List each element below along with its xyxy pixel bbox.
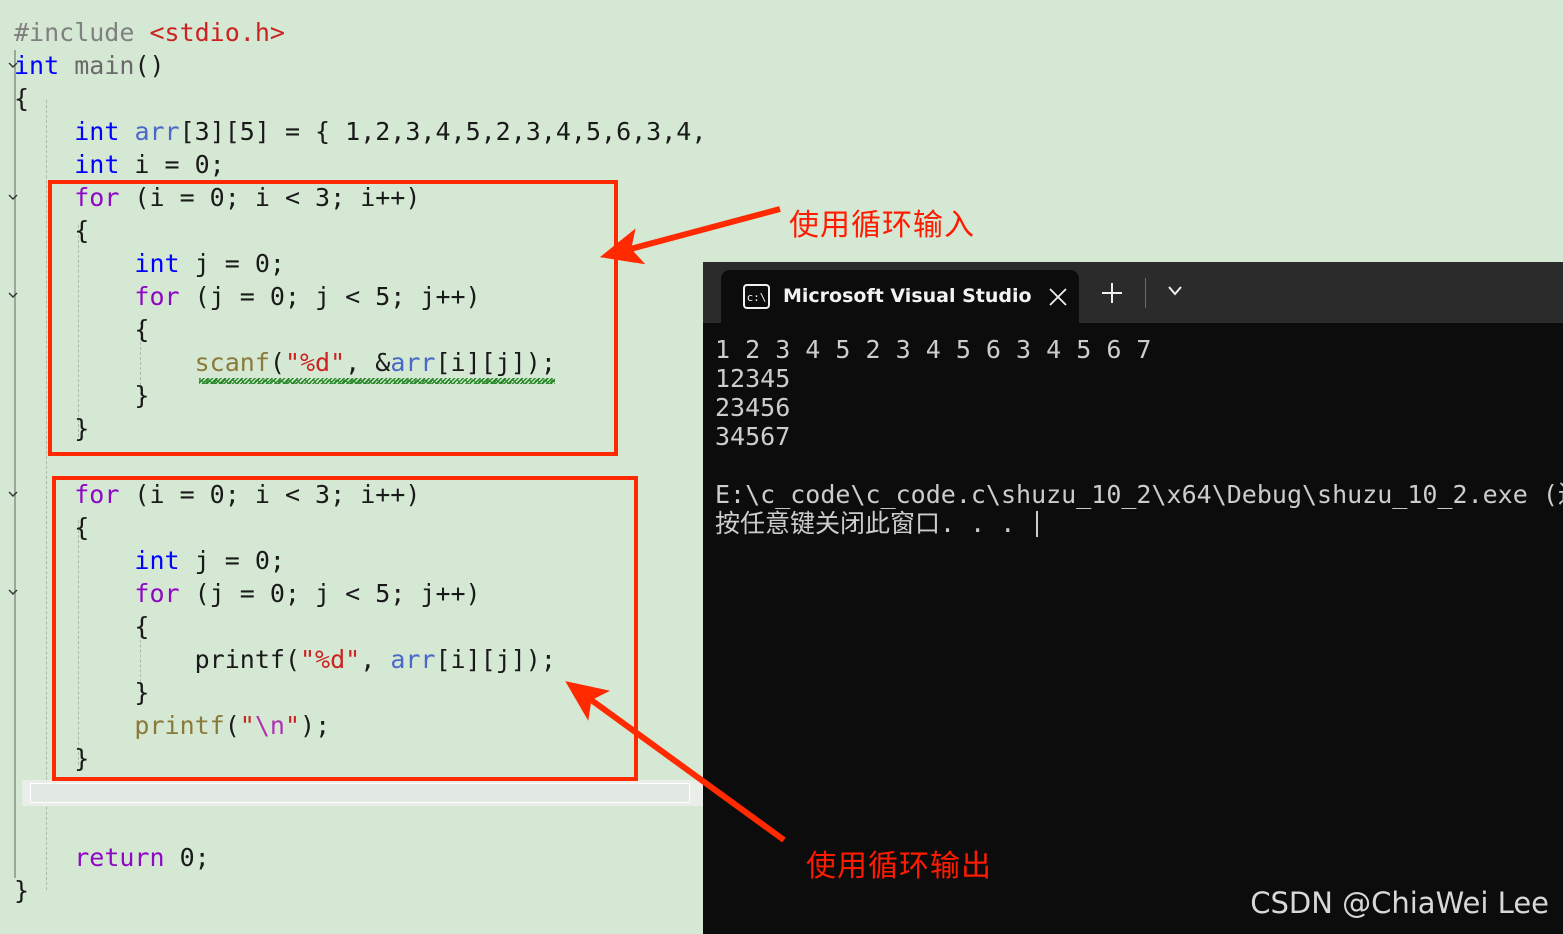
code-line-close-brace-3[interactable]: } — [14, 742, 89, 775]
console-cmd-icon: c:\ — [743, 284, 770, 309]
token-fn-printf-newline: printf — [134, 711, 225, 740]
token-escape-newline: \n — [254, 711, 285, 740]
token-keyword-return: return — [74, 843, 165, 872]
editor-horizontal-scrollbar[interactable] — [22, 780, 703, 806]
token-identifier-main: main — [74, 51, 135, 80]
new-tab-icon[interactable] — [1099, 280, 1125, 306]
code-line-include[interactable]: #include <stdio.h> — [14, 16, 285, 49]
csdn-watermark: CSDN @ChiaWei Lee — [1250, 886, 1549, 920]
code-line-return[interactable]: return 0; — [14, 841, 209, 874]
annotation-label-input: 使用循环输入 — [789, 208, 975, 243]
code-line-decl-i[interactable]: int i = 0; — [14, 148, 225, 181]
code-line-for-i-1[interactable]: for (i = 0; i < 3; i++) — [14, 181, 420, 214]
scanf-warning-squiggle — [199, 378, 555, 384]
console-press-key-line: 按任意键关闭此窗口. . . — [715, 509, 1016, 538]
code-line-main[interactable]: int main() — [14, 49, 165, 82]
console-output-line-3: 34567 — [715, 422, 791, 451]
code-line-close-brace-4[interactable]: } — [14, 676, 149, 709]
token-var-arr: arr — [134, 117, 180, 146]
token-type-int: int — [14, 51, 60, 80]
console-tab-title: Microsoft Visual Studio 调试控 — [783, 285, 1033, 307]
code-line-scanf[interactable]: scanf("%d", &arr[i][j]); — [14, 346, 556, 379]
code-line-for-j-2[interactable]: for (j = 0; j < 5; j++) — [14, 577, 480, 610]
token-keyword-for: for — [74, 183, 120, 212]
svg-text:c:\: c:\ — [747, 291, 767, 304]
code-line-close-brace-main[interactable]: } — [14, 874, 29, 907]
code-line-close-brace-1[interactable]: } — [14, 412, 89, 445]
console-output-line-0: 1 2 3 4 5 2 3 4 5 6 3 4 5 6 7 — [715, 335, 1152, 364]
code-line-printf-newline[interactable]: printf("\n"); — [14, 709, 330, 742]
code-line-open-brace-4[interactable]: { — [14, 610, 149, 643]
chevron-down-icon[interactable] — [1145, 282, 1205, 304]
code-line-printf-value[interactable]: printf("%d", arr[i][j]); — [14, 643, 556, 676]
console-title-bar[interactable]: c:\ Microsoft Visual Studio 调试控 — [703, 262, 1563, 323]
debug-console-window[interactable]: c:\ Microsoft Visual Studio 调试控 1 2 3 4 … — [703, 262, 1563, 934]
token-preprocessor: #include — [14, 18, 150, 47]
close-icon[interactable] — [1046, 285, 1070, 309]
annotation-label-output: 使用循环输出 — [806, 849, 992, 884]
console-output-line-1: 12345 — [715, 364, 791, 393]
token-string-format: "%d" — [284, 348, 346, 377]
editor-scrollbar-thumb[interactable] — [30, 783, 690, 803]
console-tab[interactable]: c:\ Microsoft Visual Studio 调试控 — [721, 270, 1079, 323]
code-line-array-decl[interactable]: int arr[3][5] = { 1,2,3,4,5,2,3,4,5,6,3,… — [14, 115, 703, 148]
console-output-line-2: 23456 — [715, 393, 791, 422]
code-line-decl-j-1[interactable]: int j = 0; — [14, 247, 285, 280]
token-header: <stdio.h> — [149, 18, 285, 47]
code-line-open-brace-main[interactable]: { — [14, 82, 29, 115]
code-editor-pane[interactable]: #include <stdio.h> int main() { int arr[… — [0, 0, 703, 934]
code-line-open-brace-2[interactable]: { — [14, 313, 149, 346]
token-fn-printf: printf — [194, 645, 285, 674]
code-editor-surface[interactable]: #include <stdio.h> int main() { int arr[… — [0, 0, 703, 934]
console-exit-path-line: E:\c_code\c_code.c\shuzu_10_2\x64\Debug\… — [715, 480, 1563, 509]
code-line-close-brace-2[interactable]: } — [14, 379, 149, 412]
code-line-open-brace-1[interactable]: { — [14, 214, 89, 247]
code-line-for-i-2[interactable]: for (i = 0; i < 3; i++) — [14, 478, 420, 511]
code-line-for-j-1[interactable]: for (j = 0; j < 5; j++) — [14, 280, 480, 313]
console-caret — [1036, 511, 1038, 537]
code-line-open-brace-3[interactable]: { — [14, 511, 89, 544]
code-line-decl-j-2[interactable]: int j = 0; — [14, 544, 285, 577]
token-fn-scanf: scanf — [194, 348, 270, 377]
